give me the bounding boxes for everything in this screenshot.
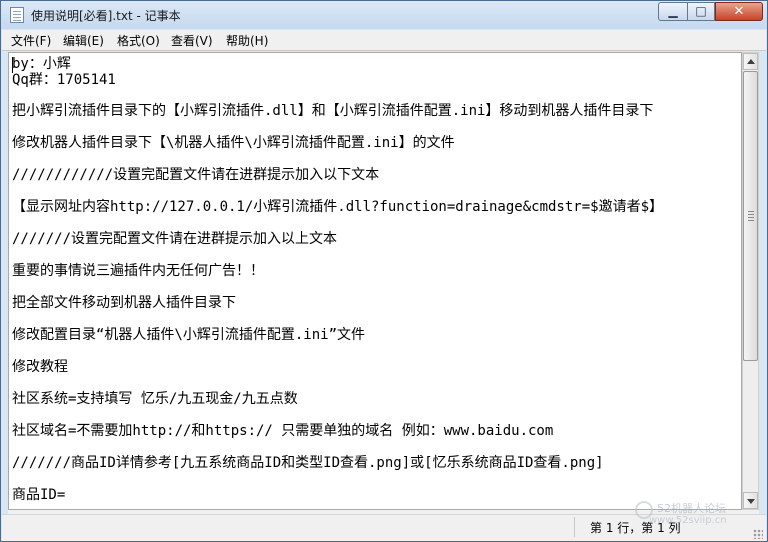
text-line: 重要的事情说三遍插件内无任何广告！！: [12, 263, 264, 279]
close-icon: ✕: [733, 4, 745, 19]
notepad-app-icon[interactable]: [10, 7, 24, 23]
grip-line: [748, 220, 754, 221]
vertical-scrollbar[interactable]: [742, 52, 759, 510]
status-divider: [574, 517, 575, 537]
text-line: 修改教程: [12, 359, 68, 375]
menu-help[interactable]: 帮助(H): [223, 32, 271, 49]
text-line: 【显示网址内容http://127.0.0.1/小辉引流插件.dll?funct…: [12, 199, 664, 215]
watermark-url: www.52sviip.cn: [649, 515, 727, 526]
text-line: 社区系统=支持填写 忆乐/九五现金/九五点数: [12, 391, 298, 407]
text-line: 商品ID=: [12, 487, 66, 503]
maximize-button[interactable]: □: [687, 2, 715, 21]
grip-line: [748, 214, 754, 215]
minimize-icon: ▁: [668, 4, 678, 18]
resize-grip-icon[interactable]: [753, 529, 763, 539]
menu-edit[interactable]: 编辑(E): [60, 32, 107, 49]
text-line: 把小辉引流插件目录下的【小辉引流插件.dll】和【小辉引流插件配置.ini】移动…: [12, 103, 654, 119]
text-line: Qq群：1705141: [12, 72, 116, 88]
grip-line: [748, 211, 754, 212]
scroll-thumb[interactable]: [743, 71, 758, 361]
menu-file[interactable]: 文件(F): [8, 32, 54, 49]
scroll-up-button[interactable]: [743, 53, 758, 70]
notepad-window: 使用说明[必看].txt - 记事本 ▁ □ ✕ 文件(F) 编辑(E) 格式(…: [0, 0, 768, 542]
menu-view[interactable]: 查看(V): [168, 32, 216, 49]
menu-format[interactable]: 格式(O): [114, 32, 163, 49]
text-line: ////////////设置完配置文件请在进群提示加入以下文本: [12, 167, 380, 183]
grip-line: [748, 217, 754, 218]
title-bar[interactable]: 使用说明[必看].txt - 记事本 ▁ □ ✕: [1, 1, 767, 29]
text-line: ///////商品ID详情参考[九五系统商品ID和类型ID查看.png]或[忆乐…: [12, 455, 604, 471]
text-editor[interactable]: by：小辉 Qq群：1705141 把小辉引流插件目录下的【小辉引流插件.dll…: [8, 52, 742, 510]
minimize-button[interactable]: ▁: [658, 2, 687, 21]
window-title: 使用说明[必看].txt - 记事本: [31, 9, 181, 23]
text-line: 修改机器人插件目录下【\机器人插件\小辉引流插件配置.ini】的文件: [12, 135, 455, 151]
arrow-up-icon: [747, 59, 755, 64]
site-watermark: 52机器人论坛 www.52sviip.cn: [631, 499, 767, 539]
text-line: 修改配置目录“机器人插件\小辉引流插件配置.ini”文件: [12, 327, 365, 343]
watermark-text: 52机器人论坛: [657, 502, 726, 515]
text-line: ///////设置完配置文件请在进群提示加入以上文本: [12, 231, 337, 247]
text-line: 社区域名=不需要加http://和https:// 只需要单独的域名 例如：ww…: [12, 423, 554, 439]
maximize-icon: □: [695, 4, 707, 18]
menu-bar: 文件(F) 编辑(E) 格式(O) 查看(V) 帮助(H): [2, 30, 766, 51]
close-button[interactable]: ✕: [715, 2, 763, 21]
text-line: 把全部文件移动到机器人插件目录下: [12, 295, 236, 311]
